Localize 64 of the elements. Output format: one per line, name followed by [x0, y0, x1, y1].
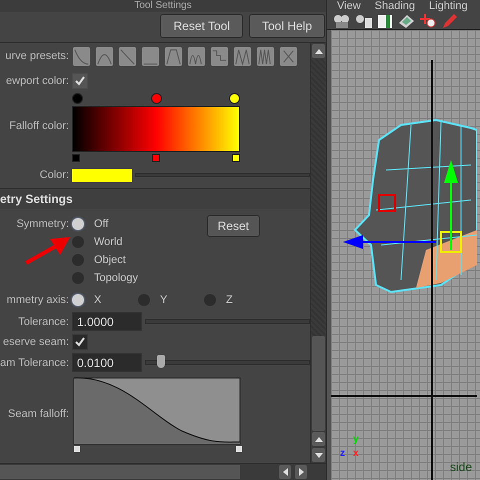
- scroll-down-icon[interactable]: [314, 452, 322, 458]
- curve-preset-button[interactable]: [233, 46, 252, 66]
- scrollbar-thumb[interactable]: [312, 336, 325, 431]
- tool-button[interactable]: Reset Tool: [160, 14, 243, 38]
- curve-preset-button[interactable]: [256, 46, 275, 66]
- stop-marker[interactable]: [232, 154, 240, 162]
- color-swatch[interactable]: [72, 168, 132, 182]
- tool-button[interactable]: Tool Help: [248, 14, 325, 38]
- menu-item[interactable]: View: [337, 0, 361, 13]
- field-label: am Tolerance:: [0, 356, 69, 370]
- color-stop-handle[interactable]: [72, 93, 83, 104]
- curve-preset-button[interactable]: [187, 46, 206, 66]
- curve-preset-button[interactable]: [95, 46, 114, 66]
- curve-preset-button[interactable]: [164, 46, 183, 66]
- curve-preset-button[interactable]: [118, 46, 137, 66]
- curve-preset-button[interactable]: [72, 46, 91, 66]
- curve-preset-button[interactable]: [210, 46, 229, 66]
- camera-name: side: [450, 460, 472, 474]
- radio-button[interactable]: X: [72, 291, 138, 309]
- field-label: ewport color:: [6, 74, 69, 88]
- scroll-right-icon[interactable]: [298, 468, 304, 476]
- horizontal-scrollbar[interactable]: [0, 463, 326, 480]
- color-gradient-ramp[interactable]: [72, 106, 240, 152]
- side-viewport[interactable]: y z x side: [327, 30, 480, 480]
- field-label: Falloff color:: [9, 118, 69, 132]
- field-label: Color:: [40, 168, 69, 182]
- field-label: mmetry axis:: [6, 293, 69, 307]
- menu-item[interactable]: Shading: [374, 0, 416, 13]
- radio-button[interactable]: Z: [204, 291, 270, 309]
- stop-marker[interactable]: [152, 154, 160, 162]
- section-header: etry Settings: [0, 192, 73, 206]
- color-stop-handle[interactable]: [229, 93, 240, 104]
- stop-marker[interactable]: [72, 154, 80, 162]
- radio-button[interactable]: Topology: [72, 269, 138, 287]
- field-label: Symmetry:: [16, 217, 69, 232]
- camera-icon[interactable]: [333, 14, 351, 28]
- axis-label: y: [353, 434, 359, 445]
- curve-preset-button[interactable]: [141, 46, 160, 66]
- vertical-scrollbar[interactable]: [310, 43, 326, 463]
- reset-button[interactable]: Reset: [206, 215, 260, 237]
- checkbox[interactable]: [72, 334, 88, 350]
- radio-button[interactable]: Y: [138, 291, 204, 309]
- book-icon[interactable]: [377, 13, 393, 29]
- scroll-up-icon[interactable]: [314, 436, 322, 442]
- field-label: eserve seam:: [2, 335, 69, 349]
- radio-button[interactable]: World: [72, 233, 138, 251]
- checkbox[interactable]: [72, 73, 88, 89]
- axis-label: z: [340, 448, 345, 459]
- radio-button[interactable]: Off: [72, 215, 138, 233]
- input-field[interactable]: 0.0100: [72, 353, 142, 372]
- color-stop-handle[interactable]: [150, 93, 162, 104]
- axis-label: x: [353, 448, 359, 459]
- field-label: Seam falloff:: [8, 407, 69, 421]
- radio-button[interactable]: Object: [72, 251, 138, 269]
- scroll-left-icon[interactable]: [282, 468, 288, 476]
- field-label: Tolerance:: [18, 314, 69, 328]
- curve-preset-button[interactable]: [279, 46, 298, 66]
- falloff-curve-graph[interactable]: [72, 376, 244, 452]
- menu-item[interactable]: Lighting: [429, 0, 468, 13]
- camera-list-icon[interactable]: [355, 14, 373, 28]
- input-field[interactable]: 1.0000: [72, 312, 142, 331]
- panel-title: Tool Settings: [134, 0, 192, 12]
- field-label: urve presets:: [5, 49, 69, 63]
- scroll-up-icon[interactable]: [314, 48, 322, 54]
